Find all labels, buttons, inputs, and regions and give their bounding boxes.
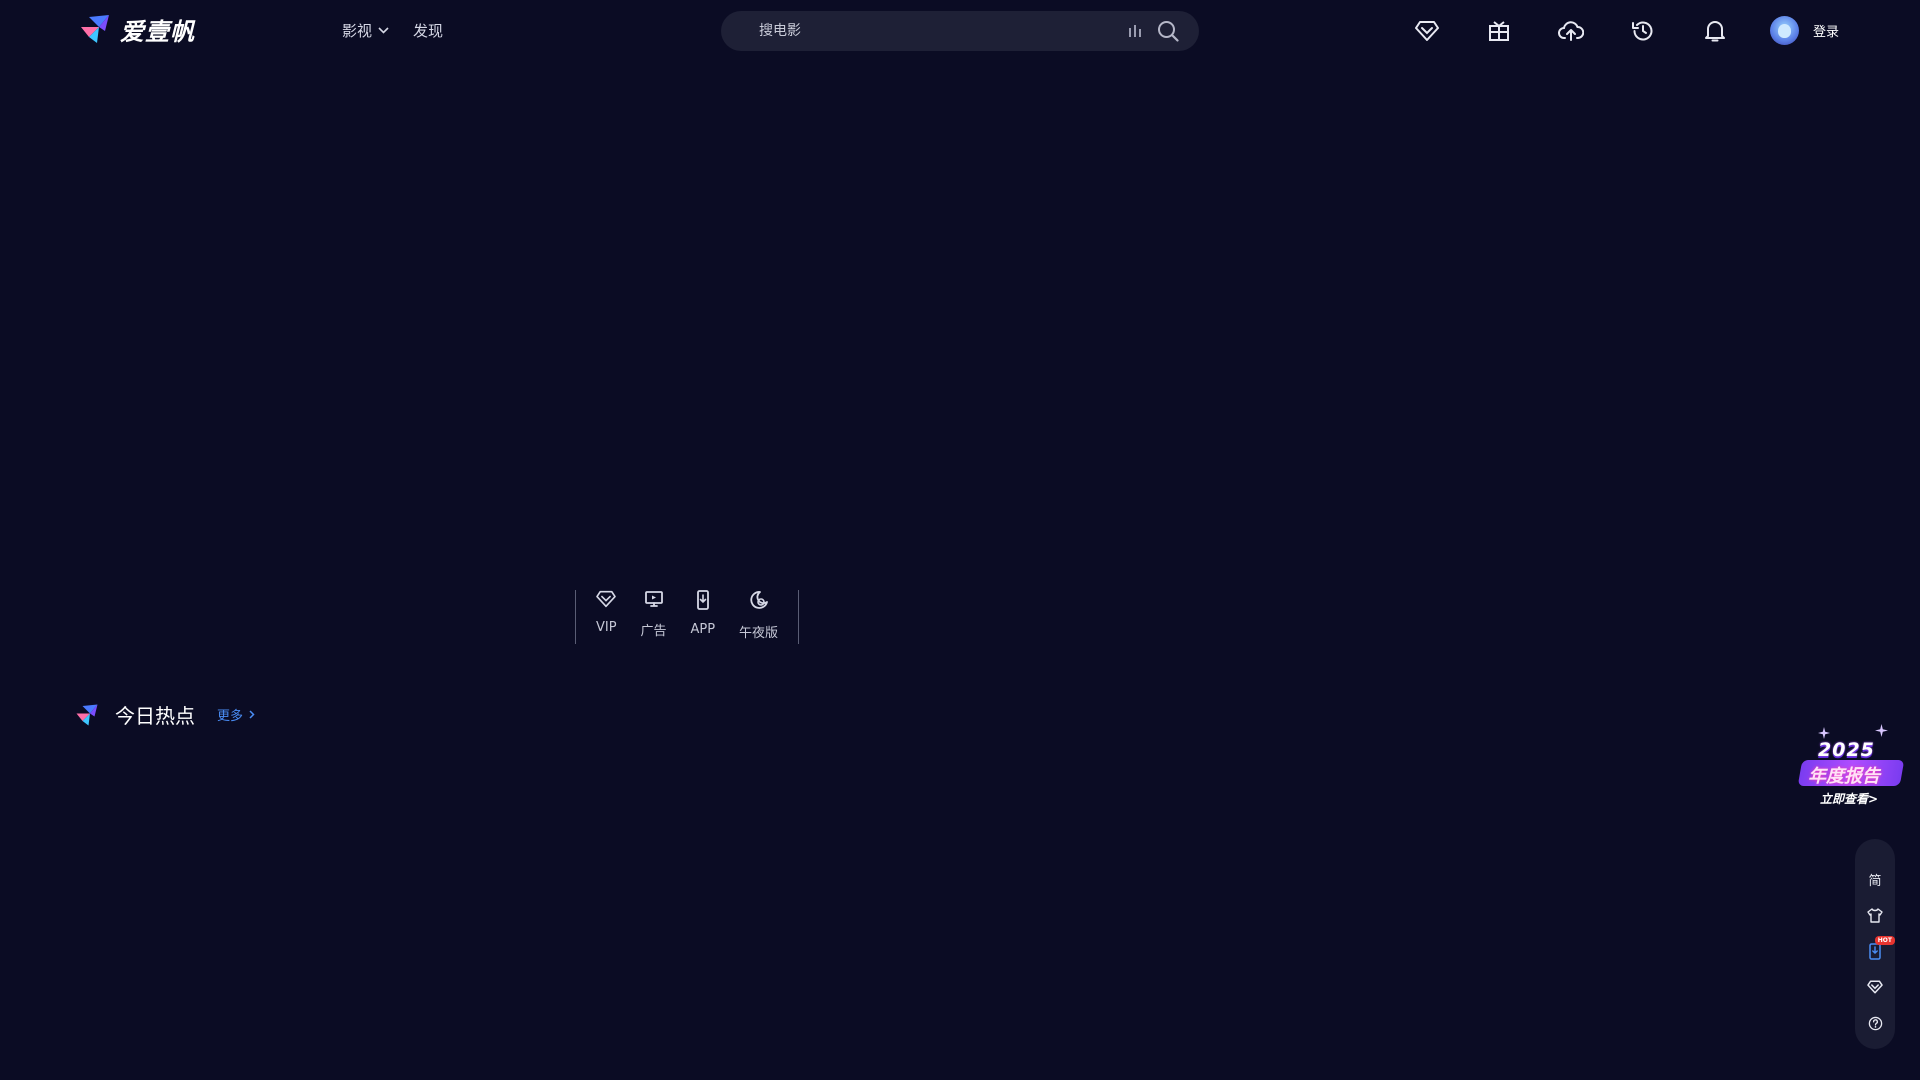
voice-bars-icon[interactable] — [1127, 23, 1143, 39]
quick-link-ads[interactable]: 广告 — [641, 590, 667, 639]
midnight-icon — [749, 591, 768, 609]
help-button[interactable] — [1855, 1005, 1895, 1041]
vip-diamond-icon — [1415, 21, 1439, 41]
quick-link-label: VIP — [595, 620, 617, 635]
quick-link-label: APP — [690, 622, 716, 637]
quick-link-midnight[interactable]: 午夜版 — [739, 590, 778, 641]
header-icon-group — [1412, 16, 1772, 46]
history-icon — [1632, 21, 1653, 41]
skin-button[interactable] — [1855, 897, 1895, 933]
app-download-button[interactable]: HOT — [1855, 933, 1895, 969]
main-nav: 影视 发现 — [342, 20, 467, 41]
upload-button[interactable] — [1556, 16, 1586, 46]
vip-button[interactable] — [1412, 16, 1442, 46]
quick-link-label: 广告 — [640, 624, 667, 639]
nav-item-movies[interactable]: 影视 — [342, 20, 389, 41]
search-input[interactable] — [757, 22, 1127, 40]
quick-link-vip[interactable]: VIP — [596, 590, 617, 635]
annual-report-badge[interactable]: 2025 年度报告 立即查看> — [1796, 724, 1906, 810]
history-button[interactable] — [1628, 16, 1658, 46]
simplified-label: 简 — [1868, 873, 1882, 889]
chevron-right-icon — [249, 710, 255, 719]
notifications-button[interactable] — [1700, 16, 1730, 46]
logo-mark-icon — [81, 15, 109, 43]
section-title: 今日热点 — [115, 704, 195, 728]
dock-vip-button[interactable] — [1855, 969, 1895, 1005]
nav-item-label: 发现 — [413, 22, 444, 40]
phone-download-icon — [696, 590, 709, 610]
quick-link-label: 午夜版 — [739, 626, 779, 641]
top-bar: 爱壹帆 影视 发现 搜电影 登录 — [0, 0, 1920, 62]
report-year: 2025 — [1818, 739, 1875, 761]
report-cta: 立即查看> — [1820, 792, 1879, 806]
upload-cloud-icon — [1558, 21, 1584, 41]
report-title: 年度报告 — [1808, 766, 1880, 787]
vip-diamond-icon — [596, 590, 617, 608]
search-bar — [721, 11, 1199, 51]
logo-mark-icon — [76, 704, 98, 725]
gift-icon — [1489, 21, 1509, 41]
login-label: 登录 — [1813, 25, 1840, 40]
help-icon — [1868, 1016, 1882, 1030]
hot-section-header: 今日热点 更多 — [75, 700, 255, 729]
logo-text: 爱壹帆 — [120, 17, 195, 46]
chevron-down-icon — [378, 27, 389, 34]
hot-badge: HOT — [1874, 936, 1895, 945]
nav-item-label: 影视 — [342, 22, 373, 40]
sparkle-icon — [1818, 727, 1830, 739]
shirt-icon — [1867, 907, 1883, 923]
bell-icon — [1705, 21, 1725, 42]
vip-diamond-icon — [1867, 980, 1883, 994]
simplified-chinese-button[interactable]: 简 — [1855, 861, 1895, 897]
more-label: 更多 — [217, 709, 244, 724]
monitor-icon — [644, 591, 663, 607]
more-link[interactable]: 更多 — [217, 705, 255, 724]
quick-links: VIP 广告 APP 午夜版 — [575, 590, 799, 644]
avatar — [1770, 16, 1799, 45]
login-button[interactable]: 登录 — [1770, 16, 1839, 45]
gift-button[interactable] — [1484, 16, 1514, 46]
right-tool-dock: 简 HOT — [1855, 839, 1895, 1049]
nav-item-discover[interactable]: 发现 — [413, 20, 443, 41]
quick-link-app[interactable]: APP — [690, 590, 715, 637]
site-logo[interactable]: 爱壹帆 — [79, 12, 195, 46]
search-icon[interactable] — [1157, 20, 1179, 42]
phone-download-icon — [1869, 942, 1881, 960]
sparkle-icon — [1875, 724, 1888, 737]
